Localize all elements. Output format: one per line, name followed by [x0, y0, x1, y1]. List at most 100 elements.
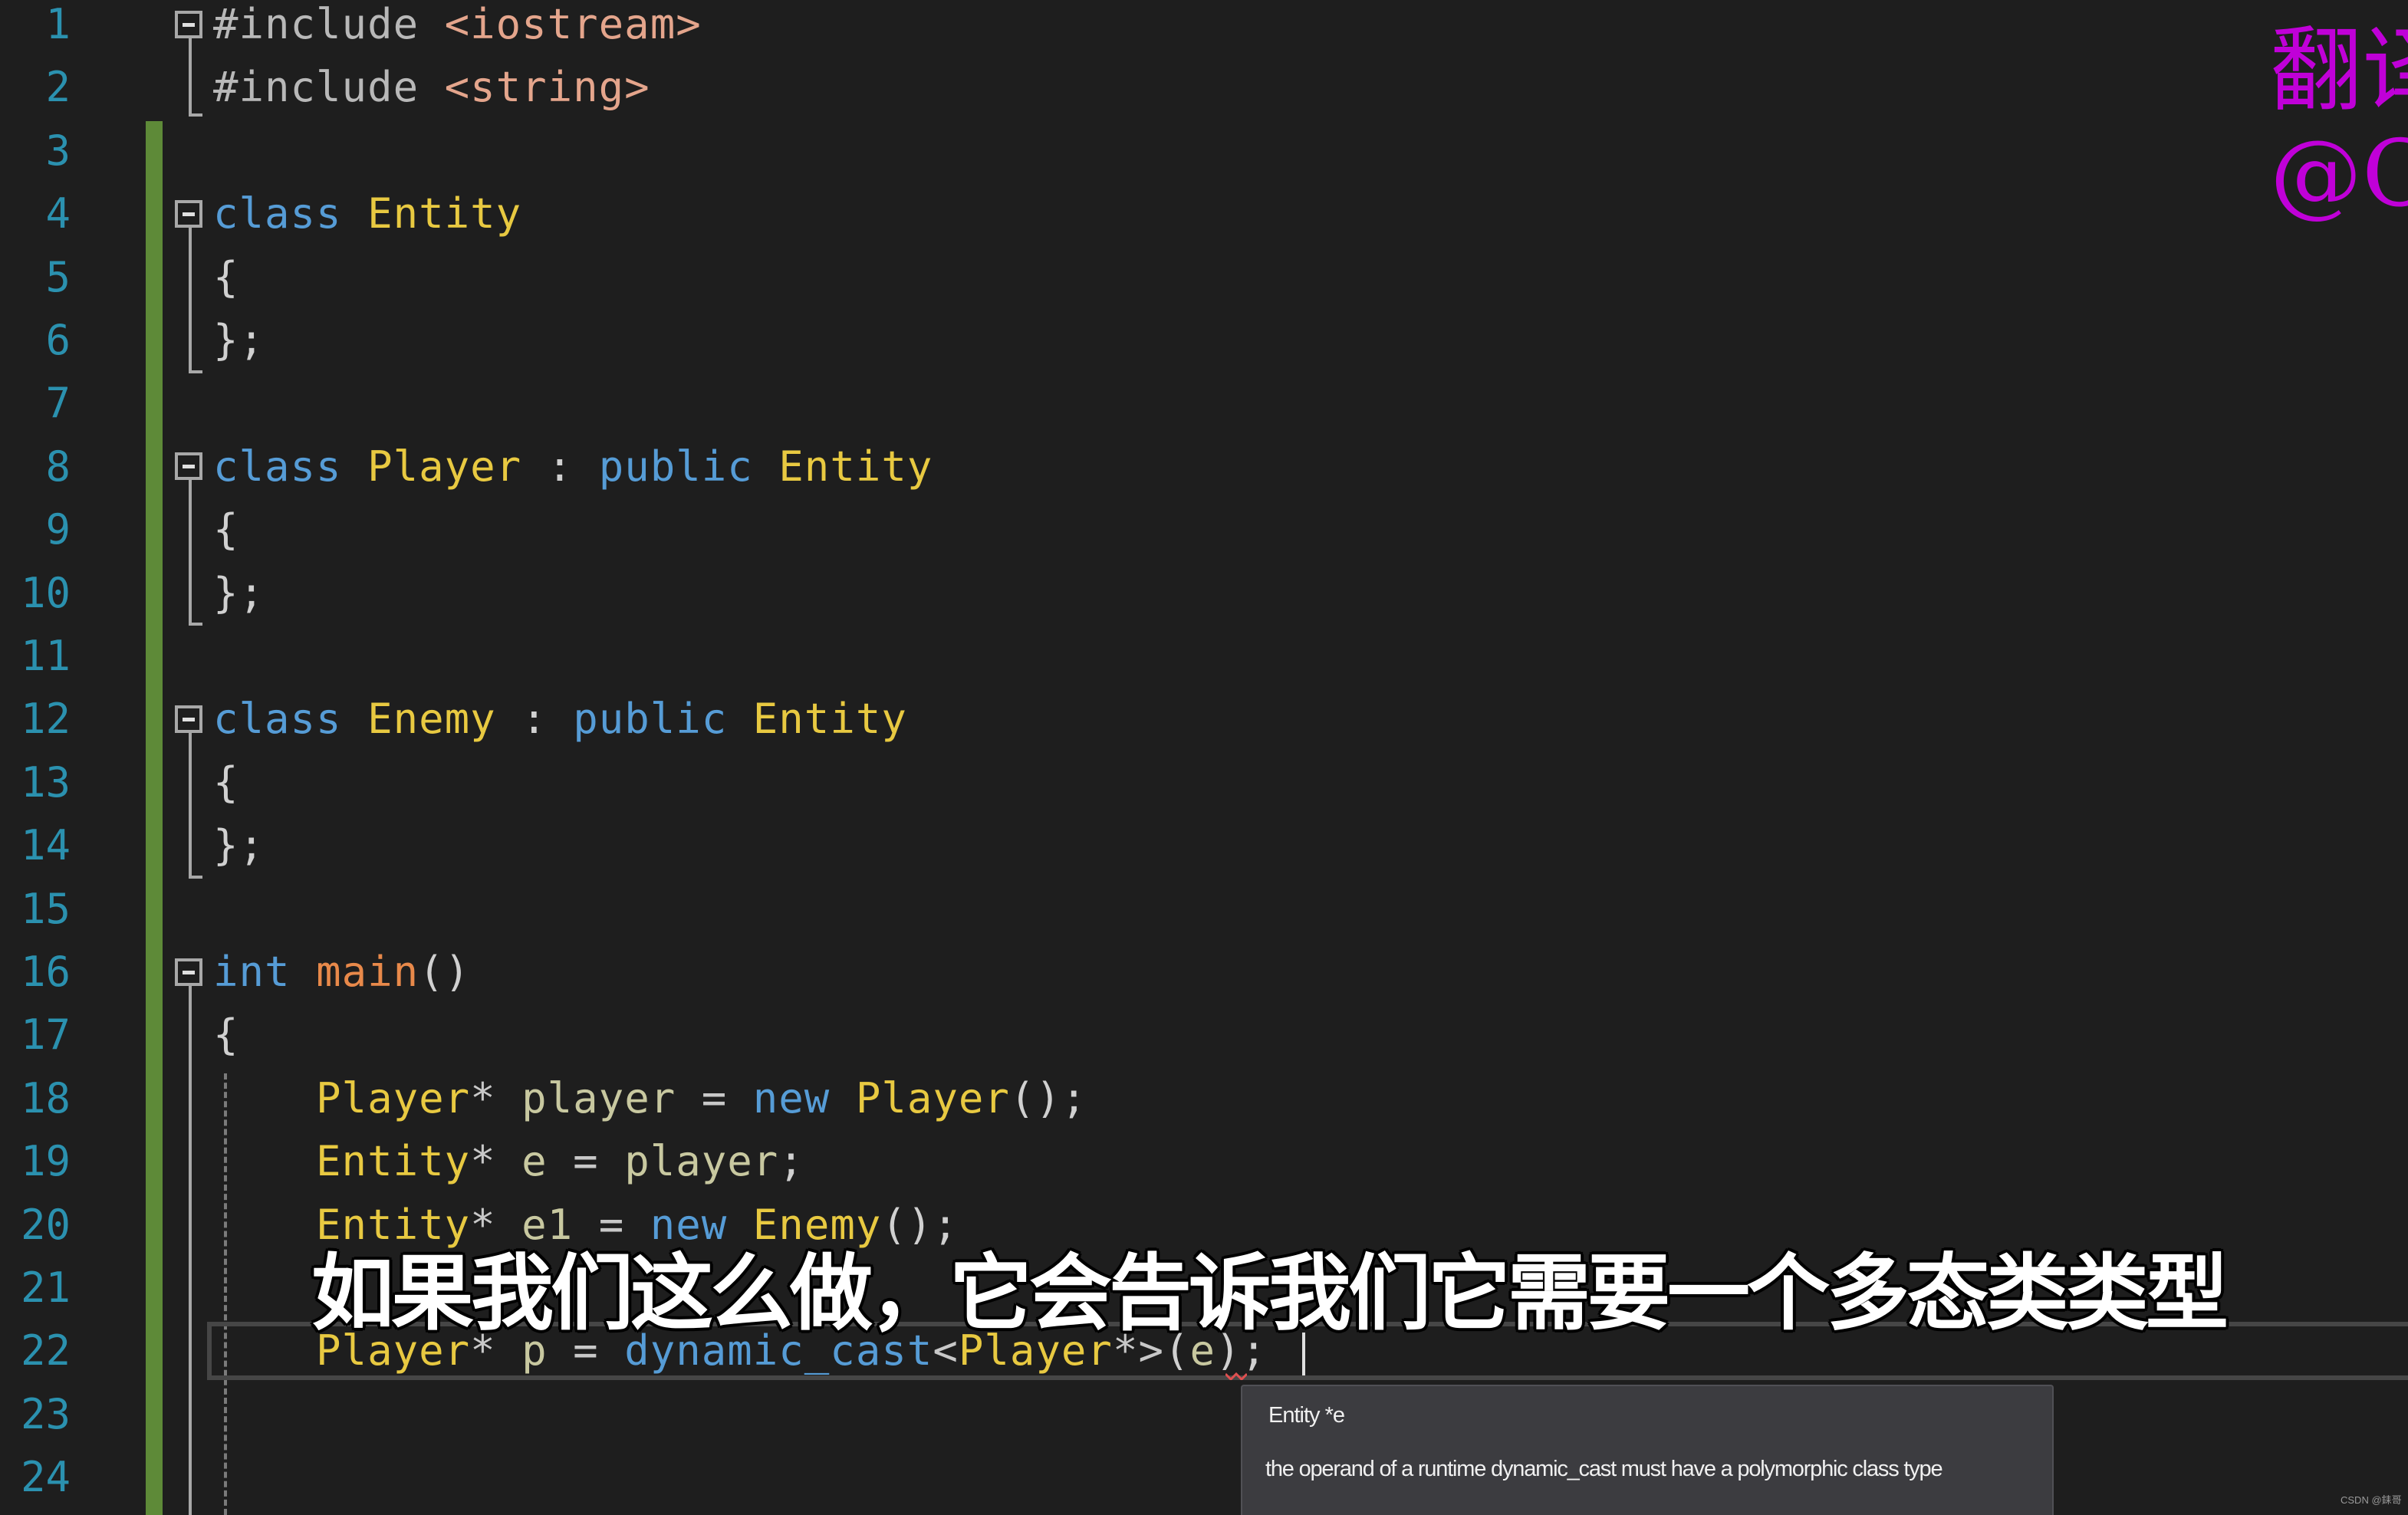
- error-squiggle: [1225, 1372, 1247, 1380]
- code-line[interactable]: 8 class Player : public Entity: [0, 435, 2408, 498]
- code-token: e: [521, 1137, 548, 1186]
- code-text[interactable]: #include <iostream>: [213, 0, 702, 56]
- collapse-icon[interactable]: [175, 958, 202, 986]
- code-token: :: [495, 695, 574, 744]
- fold-guide: [189, 228, 192, 372]
- line-number: 23: [20, 1389, 71, 1438]
- code-token: #include: [213, 63, 419, 112]
- code-line[interactable]: 14};: [0, 814, 2408, 877]
- code-line[interactable]: 18 Player* player = new Player();: [0, 1067, 2408, 1130]
- code-line[interactable]: 7: [0, 372, 2408, 435]
- code-line[interactable]: 17 {: [0, 1004, 2408, 1066]
- code-token: ;: [778, 1137, 804, 1186]
- code-token: Entity: [316, 1137, 471, 1186]
- code-token: Player: [367, 442, 522, 491]
- code-token: {: [213, 1011, 239, 1060]
- tooltip-error-message: the operand of a runtime dynamic_cast mu…: [1265, 1457, 1943, 1481]
- code-text[interactable]: #include <string>: [213, 56, 650, 119]
- line-number: 8: [45, 442, 71, 491]
- line-number: 21: [20, 1264, 71, 1312]
- code-token: {: [213, 252, 239, 301]
- code-line[interactable]: 15: [0, 878, 2408, 941]
- code-text[interactable]: {: [213, 498, 239, 561]
- code-text[interactable]: };: [213, 309, 265, 372]
- code-text[interactable]: class Entity: [213, 182, 521, 245]
- watermark-line-1: 翻译: [2270, 18, 2408, 124]
- line-number: 7: [45, 379, 71, 428]
- code-text[interactable]: };: [213, 814, 265, 877]
- fold-guide-end: [189, 113, 202, 117]
- line-number: 5: [45, 252, 71, 301]
- code-line[interactable]: 2 #include <string>: [0, 56, 2408, 119]
- code-line[interactable]: 11: [0, 625, 2408, 688]
- code-token: :: [521, 442, 599, 491]
- line-number: 24: [20, 1453, 71, 1502]
- fold-guide-end: [189, 623, 202, 626]
- code-token: player: [521, 1073, 676, 1122]
- collapse-icon[interactable]: [175, 452, 202, 480]
- code-line[interactable]: 4 class Entity: [0, 182, 2408, 245]
- code-token: =: [547, 1137, 625, 1186]
- quick-info-tooltip: Entity *e the operand of a runtime dynam…: [1241, 1385, 2054, 1515]
- fold-guide-end: [189, 370, 202, 373]
- code-token: <string>: [444, 63, 650, 112]
- code-line[interactable]: 6};: [0, 309, 2408, 372]
- line-number: 12: [20, 695, 71, 744]
- line-number: 19: [20, 1137, 71, 1186]
- watermark-line-2: @Ch: [2270, 121, 2408, 228]
- code-token: public: [573, 695, 728, 744]
- tooltip-signature: Entity *e: [1268, 1403, 1345, 1428]
- code-token: Player: [855, 1073, 1010, 1122]
- code-token: Enemy: [367, 695, 496, 744]
- line-number: 4: [45, 189, 71, 238]
- code-line[interactable]: 12 class Enemy : public Entity: [0, 688, 2408, 751]
- collapse-icon[interactable]: [175, 200, 202, 228]
- code-text[interactable]: {: [213, 751, 239, 814]
- fold-guide: [189, 38, 192, 115]
- code-line[interactable]: 19 Entity* e = player;: [0, 1130, 2408, 1193]
- code-line[interactable]: 13 {: [0, 751, 2408, 814]
- line-number: 2: [45, 63, 71, 112]
- code-text[interactable]: Player* player = new Player();: [213, 1067, 1087, 1130]
- line-number: 16: [20, 948, 71, 996]
- source-credit: CSDN @銇哥: [2341, 1494, 2402, 1506]
- code-token: <iostream>: [444, 0, 702, 48]
- fold-guide: [189, 480, 192, 624]
- line-number: 22: [20, 1326, 71, 1375]
- code-text[interactable]: Entity* e = player;: [213, 1130, 804, 1193]
- collapse-icon[interactable]: [175, 11, 202, 38]
- fold-guide-end: [189, 876, 202, 879]
- code-line[interactable]: 10};: [0, 562, 2408, 625]
- code-text[interactable]: int main(): [213, 941, 470, 1004]
- code-line[interactable]: 16 int main(): [0, 941, 2408, 1004]
- code-token: Entity: [778, 442, 933, 491]
- code-text[interactable]: class Enemy : public Entity: [213, 688, 907, 751]
- video-subtitle: 如果我们这么做，它会告诉我们它需要一个多态类类型: [311, 1246, 2229, 1342]
- line-number: 11: [20, 632, 71, 680]
- code-line[interactable]: 9{: [0, 498, 2408, 561]
- code-line[interactable]: 5{: [0, 246, 2408, 309]
- line-number: 17: [20, 1011, 71, 1060]
- code-token: player: [624, 1137, 779, 1186]
- code-text[interactable]: class Player : public Entity: [213, 435, 933, 498]
- line-number: 1: [45, 0, 71, 48]
- code-line[interactable]: 1 #include <iostream>: [0, 0, 2408, 56]
- code-text[interactable]: {: [213, 1004, 239, 1066]
- code-line[interactable]: 3: [0, 120, 2408, 182]
- code-token: };: [213, 316, 265, 364]
- code-text[interactable]: {: [213, 246, 239, 309]
- code-token: ();: [1009, 1073, 1087, 1122]
- collapse-icon[interactable]: [175, 705, 202, 733]
- code-text[interactable]: };: [213, 562, 265, 625]
- code-token: class: [213, 695, 342, 744]
- code-token: (): [419, 948, 471, 996]
- code-token: *: [470, 1137, 496, 1186]
- code-token: Entity: [367, 189, 522, 238]
